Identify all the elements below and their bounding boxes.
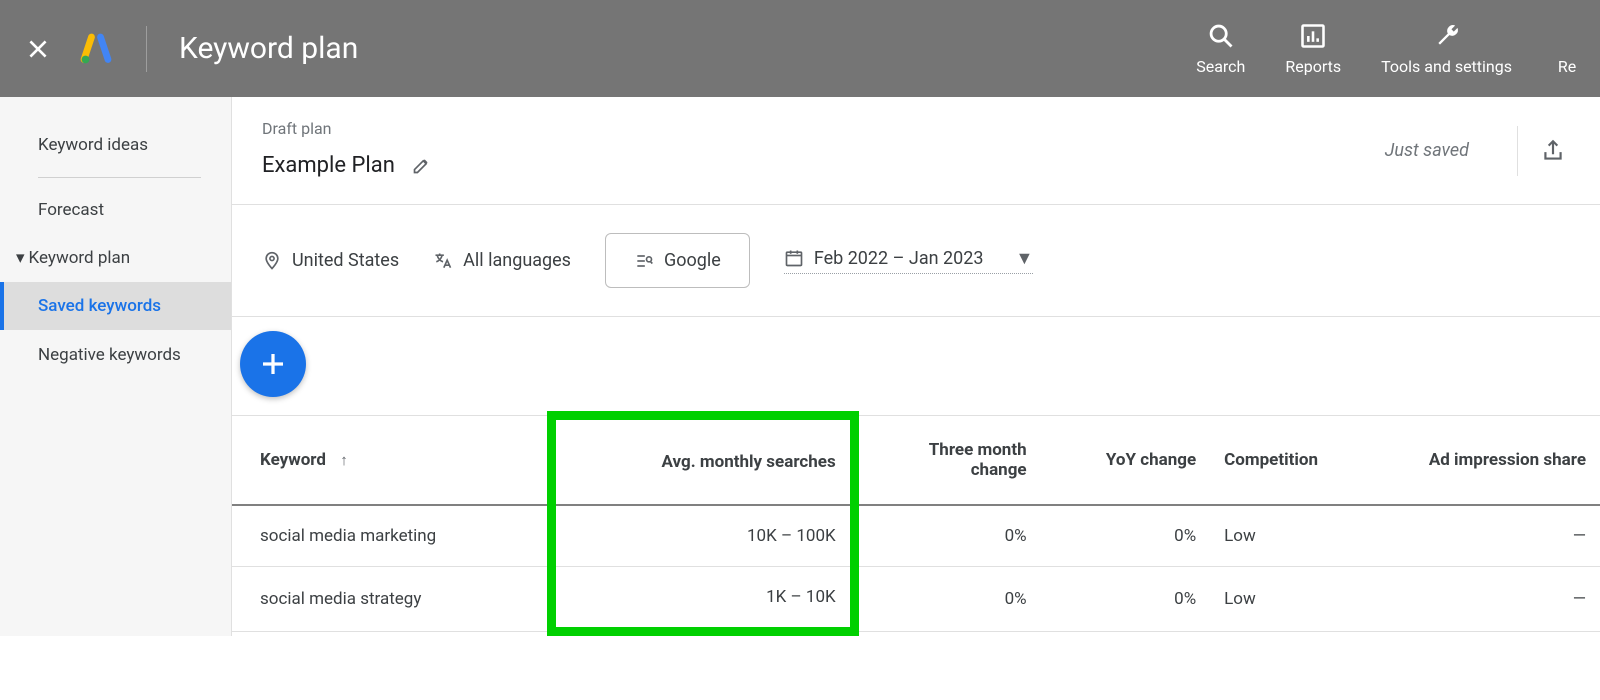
app-header: Keyword plan Search Reports Tools and se… [0,0,1600,97]
share-button[interactable] [1536,134,1570,168]
location-filter[interactable]: United States [262,250,399,271]
cell-avg: 1K – 10K [551,567,854,632]
share-icon [1540,138,1566,164]
nav-reports[interactable]: Reports [1285,21,1341,76]
edit-plan-button[interactable] [405,148,439,182]
filter-bar: United States All languages Google Feb 2… [232,205,1600,317]
nav-re[interactable]: Re [1552,21,1582,76]
language-icon [433,251,453,271]
add-keyword-fab[interactable] [240,331,306,397]
plan-name-text: Example Plan [262,153,395,178]
nav-search-label: Search [1196,57,1245,76]
date-range-label: Feb 2022 – Jan 2023 [814,248,984,269]
col-yoy[interactable]: YoY change [1041,416,1211,506]
main-content: Draft plan Example Plan Just saved Unit [232,97,1600,636]
col-competition[interactable]: Competition [1210,416,1385,506]
cell-yoy: 0% [1041,567,1211,632]
close-icon [25,36,51,62]
nav-reports-label: Reports [1285,57,1341,76]
location-label: United States [292,250,399,271]
col-keyword-label: Keyword [260,450,326,470]
sidebar-item-ideas[interactable]: Keyword ideas [0,121,231,169]
sidebar: Keyword ideas Forecast ▾ Keyword plan Sa… [0,97,232,636]
google-ads-logo [78,31,114,67]
draft-plan-label: Draft plan [262,119,1385,138]
nav-tools-label: Tools and settings [1381,57,1512,76]
col-keyword[interactable]: Keyword ↑ [232,416,551,506]
cell-yoy: 0% [1041,505,1211,567]
cell-three-month: 0% [854,505,1040,567]
network-icon [634,251,654,271]
plan-header: Draft plan Example Plan Just saved [232,97,1600,205]
cell-keyword: social media marketing [232,505,551,567]
ads-logo-icon [78,31,114,67]
top-nav: Search Reports Tools and settings Re [1196,21,1582,76]
sidebar-separator [38,177,201,178]
network-label: Google [664,250,721,271]
sidebar-item-forecast[interactable]: Forecast [0,186,231,234]
col-ad-share[interactable]: Ad impression share [1385,416,1600,506]
keywords-table: Keyword ↑ Avg. monthly searches Three mo… [232,411,1600,636]
language-filter[interactable]: All languages [433,250,571,271]
cell-three-month: 0% [854,567,1040,632]
action-divider [1517,126,1518,176]
header-divider [146,26,147,72]
sort-ascending-icon: ↑ [340,451,348,469]
pencil-icon [412,155,432,175]
sidebar-item-negative-keywords[interactable]: Negative keywords [0,330,231,382]
nav-search[interactable]: Search [1196,21,1245,76]
network-filter[interactable]: Google [605,233,750,288]
cell-competition: Low [1210,505,1385,567]
sidebar-item-keyword-plan[interactable]: ▾ Keyword plan [0,234,231,282]
chevron-down-icon: ▼ [1016,248,1034,269]
col-three-month[interactable]: Three month change [854,416,1040,506]
sidebar-item-label: Keyword plan [29,248,131,268]
nav-re-label: Re [1558,57,1576,76]
caret-down-icon: ▾ [16,248,25,268]
table-row[interactable]: social media strategy 1K – 10K 0% 0% Low… [232,567,1600,632]
page-title: Keyword plan [179,31,1196,66]
language-label: All languages [463,250,571,271]
plus-icon [258,349,288,379]
sidebar-item-saved-keywords[interactable]: Saved keywords [0,282,231,330]
calendar-icon [784,248,804,268]
just-saved-label: Just saved [1385,140,1469,161]
nav-tools[interactable]: Tools and settings [1381,21,1512,76]
date-range-filter[interactable]: Feb 2022 – Jan 2023 ▼ [784,248,1034,274]
cell-keyword: social media strategy [232,567,551,632]
wrench-icon [1432,21,1462,51]
location-icon [262,251,282,271]
table-row[interactable]: social media marketing 10K – 100K 0% 0% … [232,505,1600,567]
refresh-icon [1552,21,1582,51]
cell-competition: Low [1210,567,1385,632]
cell-ad-share: — [1385,567,1600,632]
reports-icon [1298,21,1328,51]
col-avg-searches[interactable]: Avg. monthly searches [551,416,854,506]
close-button[interactable] [18,29,58,69]
cell-avg: 10K – 100K [551,505,854,567]
cell-ad-share: — [1385,505,1600,567]
search-icon [1206,21,1236,51]
